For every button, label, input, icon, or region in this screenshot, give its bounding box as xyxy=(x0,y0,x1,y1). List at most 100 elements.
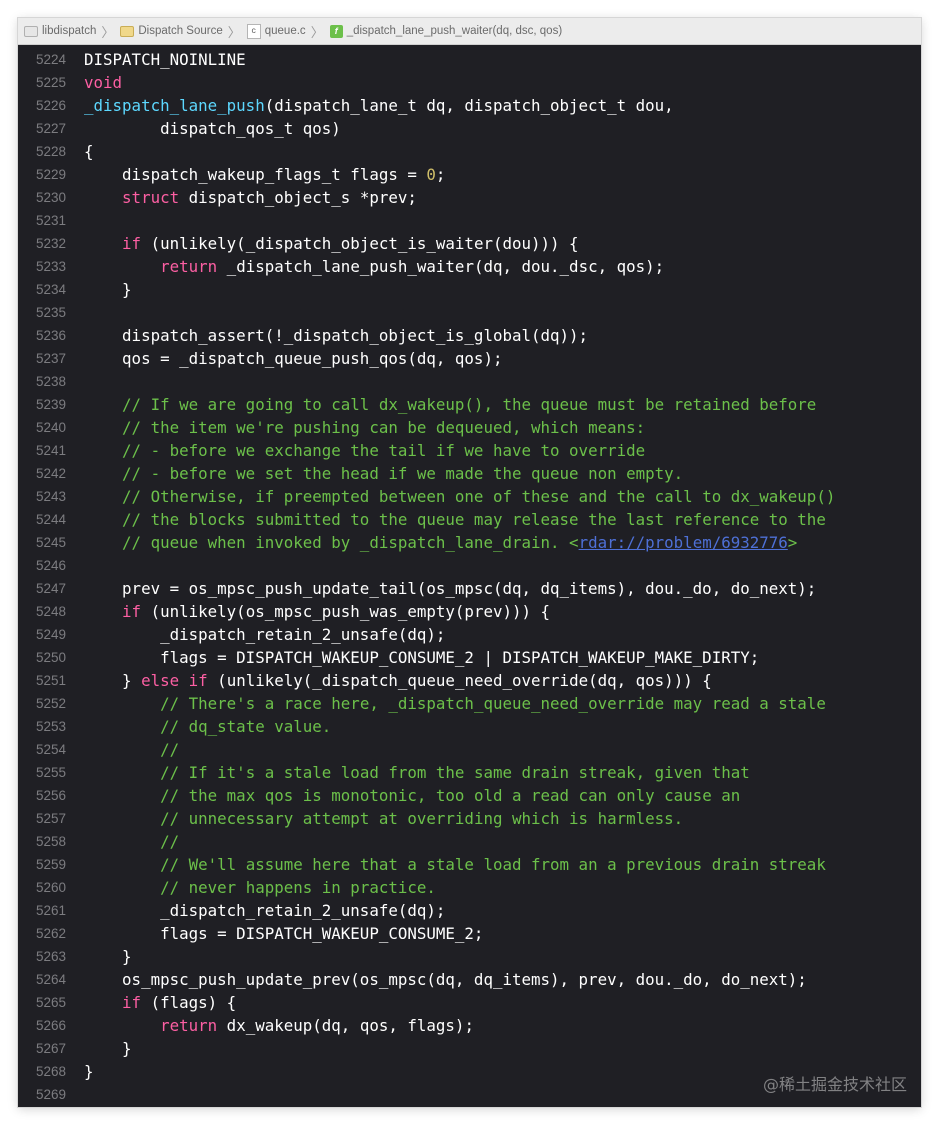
code-line[interactable]: 5262 flags = DISPATCH_WAKEUP_CONSUME_2; xyxy=(18,922,921,945)
breadcrumb-project[interactable]: libdispatch xyxy=(24,25,96,37)
code-text: // We'll assume here that a stale load f… xyxy=(66,853,826,876)
code-token: // - before we exchange the tail if we h… xyxy=(122,441,646,460)
code-line[interactable]: 5241 // - before we exchange the tail if… xyxy=(18,439,921,462)
code-text: DISPATCH_NOINLINE xyxy=(66,48,246,71)
code-line[interactable]: 5254 // xyxy=(18,738,921,761)
code-area[interactable]: 5224 DISPATCH_NOINLINE 5225 void 5226 _dispat… xyxy=(18,48,921,1107)
code-line[interactable]: 5255 // If it's a stale load from the sa… xyxy=(18,761,921,784)
line-number: 5252 xyxy=(35,696,66,711)
breadcrumb-label: _dispatch_lane_push_waiter(dq, dsc, qos) xyxy=(346,25,563,37)
code-line[interactable]: 5265 if (flags) { xyxy=(18,991,921,1014)
code-line[interactable]: 5227 dispatch_qos_t qos) xyxy=(18,117,921,140)
code-line[interactable]: 5247 prev = os_mpsc_push_update_tail(os_… xyxy=(18,577,921,600)
breadcrumb-function[interactable]: f _dispatch_lane_push_waiter(dq, dsc, qo… xyxy=(329,24,563,38)
code-token: struct xyxy=(122,188,180,207)
code-text: } else if (unlikely(_dispatch_queue_need… xyxy=(66,669,712,692)
code-link[interactable]: rdar://problem/6932776 xyxy=(579,533,788,552)
code-text: // - before we set the head if we made t… xyxy=(66,462,683,485)
code-editor-window: libdispatch 〉 Dispatch Source 〉 c queue.… xyxy=(18,18,921,1107)
code-line[interactable]: 5252 // There's a race here, _dispatch_q… xyxy=(18,692,921,715)
code-line[interactable]: 5258 // xyxy=(18,830,921,853)
code-line[interactable]: 5230 struct dispatch_object_s *prev; xyxy=(18,186,921,209)
code-text: // the blocks submitted to the queue may… xyxy=(66,508,826,531)
code-token: (flags) { xyxy=(141,993,237,1012)
line-number: 5259 xyxy=(35,857,66,872)
jump-bar: libdispatch 〉 Dispatch Source 〉 c queue.… xyxy=(18,18,921,45)
code-line[interactable]: 5232 if (unlikely(_dispatch_object_is_wa… xyxy=(18,232,921,255)
line-number: 5240 xyxy=(35,420,66,435)
code-line[interactable]: 5226 _dispatch_lane_push(dispatch_lane_t … xyxy=(18,94,921,117)
code-token: (dispatch_lane_t dq, dispatch_object_t d… xyxy=(264,96,674,115)
code-line[interactable]: 5249 _dispatch_retain_2_unsafe(dq); xyxy=(18,623,921,646)
code-line[interactable]: 5236 dispatch_assert(!_dispatch_object_i… xyxy=(18,324,921,347)
line-number: 5234 xyxy=(35,282,66,297)
code-line[interactable]: 5233 return _dispatch_lane_push_waiter(d… xyxy=(18,255,921,278)
code-text: _dispatch_lane_push(dispatch_lane_t dq, … xyxy=(66,94,674,117)
code-text: // If it's a stale load from the same dr… xyxy=(66,761,750,784)
code-token: // xyxy=(160,832,180,851)
code-line[interactable]: 5228 { xyxy=(18,140,921,163)
code-line[interactable]: 5234 } xyxy=(18,278,921,301)
code-line[interactable]: 5250 flags = DISPATCH_WAKEUP_CONSUME_2 |… xyxy=(18,646,921,669)
line-number: 5229 xyxy=(35,167,66,182)
code-text: // never happens in practice. xyxy=(66,876,436,899)
code-line[interactable]: 5251 } else if (unlikely(_dispatch_queue… xyxy=(18,669,921,692)
code-line[interactable]: 5240 // the item we're pushing can be de… xyxy=(18,416,921,439)
code-line[interactable]: 5237 qos = _dispatch_queue_push_qos(dq, … xyxy=(18,347,921,370)
code-line[interactable]: 5238 xyxy=(18,370,921,393)
code-text: flags = DISPATCH_WAKEUP_CONSUME_2; xyxy=(66,922,483,945)
code-token: return xyxy=(160,1016,218,1035)
code-text: flags = DISPATCH_WAKEUP_CONSUME_2 | DISP… xyxy=(66,646,759,669)
breadcrumb-group[interactable]: Dispatch Source xyxy=(120,25,223,37)
code-line[interactable]: 5260 // never happens in practice. xyxy=(18,876,921,899)
chevron-right-icon: 〉 xyxy=(101,24,115,40)
code-line[interactable]: 5261 _dispatch_retain_2_unsafe(dq); xyxy=(18,899,921,922)
line-number: 5246 xyxy=(35,558,66,573)
c-file-icon: c xyxy=(246,23,261,39)
code-line[interactable]: 5225 void xyxy=(18,71,921,94)
code-line[interactable]: 5224 DISPATCH_NOINLINE xyxy=(18,48,921,71)
code-line[interactable]: 5256 // the max qos is monotonic, too ol… xyxy=(18,784,921,807)
code-line[interactable]: 5263 } xyxy=(18,945,921,968)
code-token: } xyxy=(84,1039,132,1058)
line-number: 5227 xyxy=(35,121,66,136)
code-line[interactable]: 5242 // - before we set the head if we m… xyxy=(18,462,921,485)
code-text: if (unlikely(_dispatch_object_is_waiter(… xyxy=(66,232,579,255)
code-token: else xyxy=(141,671,180,690)
code-token: _dispatch_retain_2_unsafe(dq); xyxy=(84,901,446,920)
code-line[interactable]: 5246 xyxy=(18,554,921,577)
code-token: ; xyxy=(435,165,446,184)
line-number: 5263 xyxy=(35,949,66,964)
code-line[interactable]: 5231 xyxy=(18,209,921,232)
code-line[interactable]: 5243 // Otherwise, if preempted between … xyxy=(18,485,921,508)
code-token: if xyxy=(122,602,142,621)
code-line[interactable]: 5244 // the blocks submitted to the queu… xyxy=(18,508,921,531)
breadcrumb-file[interactable]: c queue.c xyxy=(246,23,306,39)
code-line[interactable]: 5253 // dq_state value. xyxy=(18,715,921,738)
code-line[interactable]: 5245 // queue when invoked by _dispatch_… xyxy=(18,531,921,554)
code-token: // Otherwise, if preempted between one o… xyxy=(122,487,836,506)
code-line[interactable]: 5259 // We'll assume here that a stale l… xyxy=(18,853,921,876)
code-line[interactable]: 5239 // If we are going to call dx_wakeu… xyxy=(18,393,921,416)
code-token: dispatch_qos_t qos) xyxy=(84,119,341,138)
code-line[interactable]: 5235 xyxy=(18,301,921,324)
code-line[interactable]: 5248 if (unlikely(os_mpsc_push_was_empty… xyxy=(18,600,921,623)
code-line[interactable]: 5257 // unnecessary attempt at overridin… xyxy=(18,807,921,830)
code-line[interactable]: 5229 dispatch_wakeup_flags_t flags = 0; xyxy=(18,163,921,186)
code-text: // - before we exchange the tail if we h… xyxy=(66,439,645,462)
code-line[interactable]: 5264 os_mpsc_push_update_prev(os_mpsc(dq… xyxy=(18,968,921,991)
code-token: // We'll assume here that a stale load f… xyxy=(160,855,826,874)
code-text: } xyxy=(66,945,132,968)
code-line[interactable]: 5266 return dx_wakeup(dq, qos, flags); xyxy=(18,1014,921,1037)
code-line[interactable]: 5267 } xyxy=(18,1037,921,1060)
